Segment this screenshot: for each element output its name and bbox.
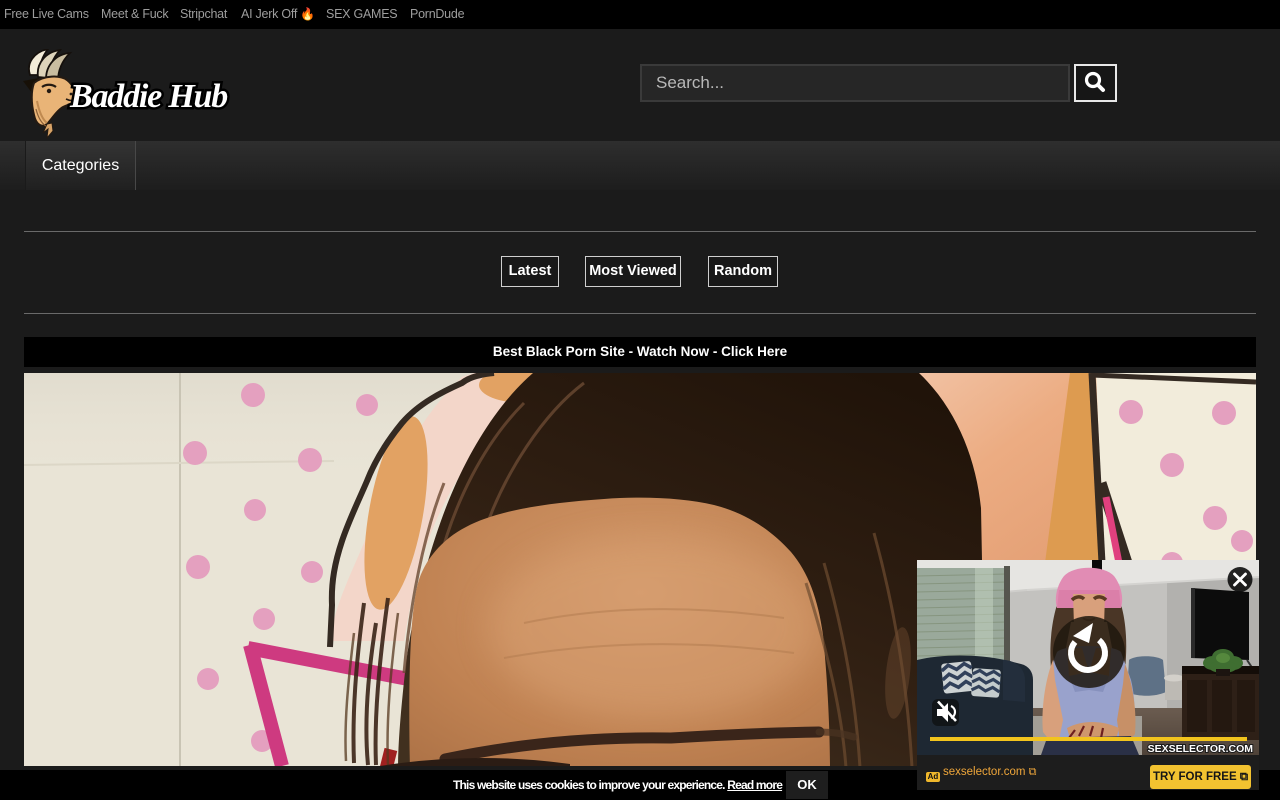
svg-text:SEXSELECTOR.COM: SEXSELECTOR.COM [1148, 743, 1254, 755]
svg-text:Baddie Hub: Baddie Hub [69, 78, 227, 115]
